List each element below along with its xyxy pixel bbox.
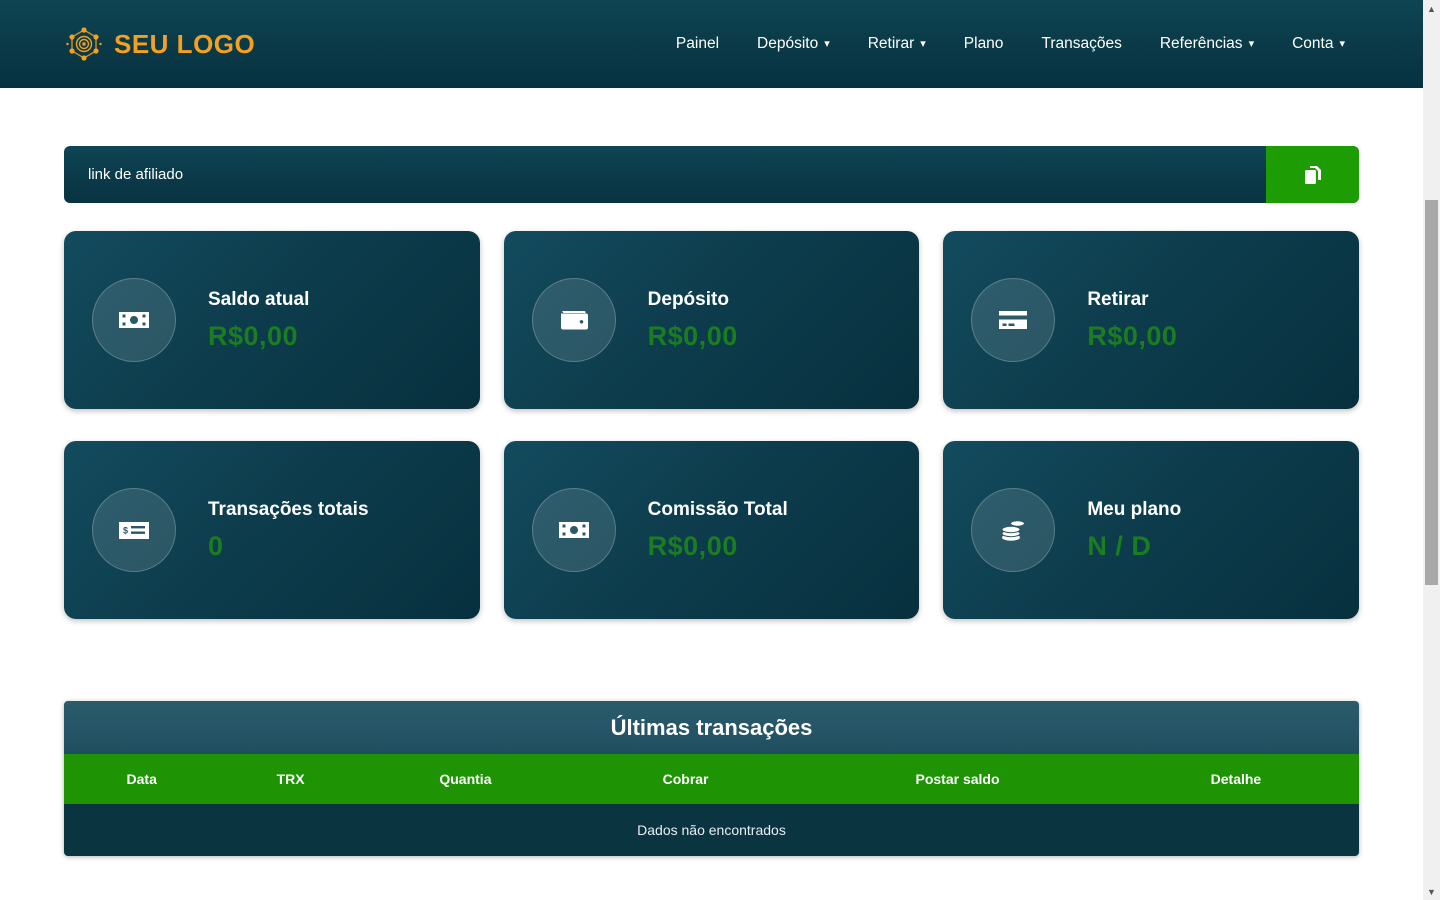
scrollbar-thumb[interactable]: [1425, 200, 1438, 585]
nav-item-deposito[interactable]: Depósito ▾: [757, 35, 830, 53]
nav-item-transacoes[interactable]: Transações: [1041, 35, 1121, 53]
card-title: Comissão Total: [648, 499, 788, 521]
scroll-down-arrow-icon[interactable]: ▼: [1423, 883, 1440, 900]
transactions-empty-row: Dados não encontrados: [64, 804, 1359, 856]
nav-item-painel[interactable]: Painel: [676, 35, 719, 53]
transactions-header-row: Data TRX Quantia Cobrar Postar saldo Det…: [64, 754, 1359, 804]
card-value: 0: [208, 531, 369, 562]
icon-circle: [532, 278, 616, 362]
nav-item-referencias[interactable]: Referências ▾: [1160, 35, 1254, 53]
column-header-detalhe: Detalhe: [1113, 771, 1359, 787]
affiliate-link-bar: link de afiliado: [64, 146, 1359, 203]
column-header-cobrar: Cobrar: [569, 771, 802, 787]
card-text: Meu plano N / D: [1087, 499, 1181, 562]
credit-card-icon: [996, 303, 1030, 337]
icon-circle: $: [92, 488, 176, 572]
card-deposito[interactable]: Depósito R$0,00: [504, 231, 920, 409]
card-text: Transações totais 0: [208, 499, 369, 562]
card-title: Saldo atual: [208, 289, 309, 311]
card-transacoes-totais[interactable]: $ Transações totais 0: [64, 441, 480, 619]
chevron-down-icon: ▾: [1249, 39, 1255, 50]
coins-icon: [995, 512, 1031, 548]
card-comissao-total[interactable]: Comissão Total R$0,00: [504, 441, 920, 619]
scroll-up-arrow-icon[interactable]: ▲: [1423, 0, 1440, 17]
transactions-section: Últimas transações Data TRX Quantia Cobr…: [64, 701, 1359, 856]
column-header-data: Data: [64, 771, 219, 787]
card-value: R$0,00: [648, 531, 788, 562]
svg-text:$: $: [123, 526, 128, 536]
main-content: link de afiliado: [0, 88, 1423, 856]
nav-item-retirar[interactable]: Retirar ▾: [868, 35, 926, 53]
nav-items: Painel Depósito ▾ Retirar ▾ Plano Transa…: [676, 35, 1345, 53]
card-value: N / D: [1087, 531, 1181, 562]
money-bill-icon: [557, 513, 591, 547]
card-value: R$0,00: [1087, 321, 1177, 352]
card-text: Retirar R$0,00: [1087, 289, 1177, 352]
card-text: Depósito R$0,00: [648, 289, 738, 352]
card-title: Depósito: [648, 289, 738, 311]
icon-circle: [92, 278, 176, 362]
chevron-down-icon: ▾: [824, 39, 830, 50]
column-header-postar-saldo: Postar saldo: [802, 771, 1113, 787]
card-title: Meu plano: [1087, 499, 1181, 521]
money-check-icon: $: [116, 512, 152, 548]
card-title: Transações totais: [208, 499, 369, 521]
navbar: SEU LOGO Painel Depósito ▾ Retirar ▾ Pla…: [0, 0, 1423, 88]
chevron-down-icon: ▾: [920, 39, 926, 50]
wallet-icon: [557, 303, 591, 337]
affiliate-link-text: link de afiliado: [64, 166, 183, 183]
nav-label: Referências: [1160, 35, 1243, 53]
copy-affiliate-link-button[interactable]: [1266, 146, 1359, 203]
icon-circle: [532, 488, 616, 572]
nav-label: Plano: [964, 35, 1004, 53]
card-retirar[interactable]: Retirar R$0,00: [943, 231, 1359, 409]
page: SEU LOGO Painel Depósito ▾ Retirar ▾ Pla…: [0, 0, 1440, 900]
chevron-down-icon: ▾: [1339, 39, 1345, 50]
network-logo-icon: [64, 24, 104, 64]
vertical-scrollbar[interactable]: ▲ ▼: [1423, 0, 1440, 900]
card-saldo-atual[interactable]: Saldo atual R$0,00: [64, 231, 480, 409]
card-value: R$0,00: [208, 321, 309, 352]
nav-item-plano[interactable]: Plano: [964, 35, 1004, 53]
nav-label: Conta: [1292, 35, 1333, 53]
nav-item-conta[interactable]: Conta ▾: [1292, 35, 1345, 53]
nav-label: Painel: [676, 35, 719, 53]
card-meu-plano[interactable]: Meu plano N / D: [943, 441, 1359, 619]
icon-circle: [971, 278, 1055, 362]
empty-message: Dados não encontrados: [637, 822, 786, 838]
card-text: Saldo atual R$0,00: [208, 289, 309, 352]
transactions-title: Últimas transações: [611, 715, 813, 741]
money-bill-icon: [117, 303, 151, 337]
column-header-quantia: Quantia: [362, 771, 569, 787]
icon-circle: [971, 488, 1055, 572]
nav-label: Depósito: [757, 35, 818, 53]
transactions-title-band: Últimas transações: [64, 701, 1359, 754]
brand-name: SEU LOGO: [114, 29, 255, 60]
column-header-trx: TRX: [219, 771, 361, 787]
card-text: Comissão Total R$0,00: [648, 499, 788, 562]
card-value: R$0,00: [648, 321, 738, 352]
nav-label: Retirar: [868, 35, 915, 53]
nav-label: Transações: [1041, 35, 1121, 53]
stats-cards: Saldo atual R$0,00 Depósito R$0,00: [64, 231, 1359, 619]
card-title: Retirar: [1087, 289, 1177, 311]
brand-logo[interactable]: SEU LOGO: [64, 24, 255, 64]
copy-icon: [1300, 162, 1326, 188]
